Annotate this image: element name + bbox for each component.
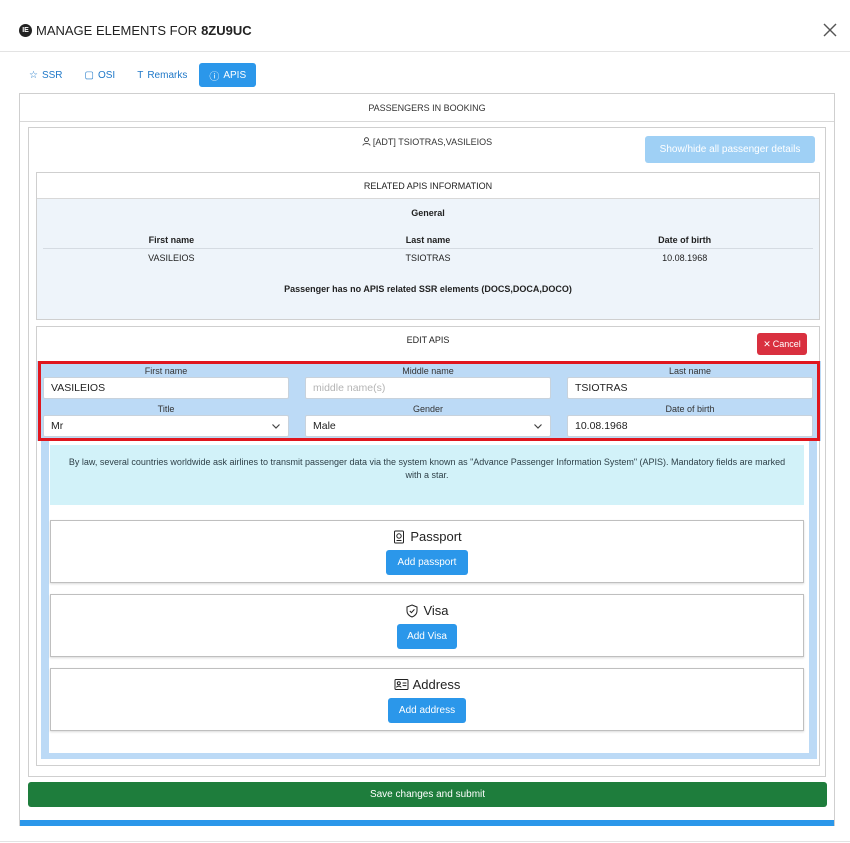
related-apis-header: RELATED APIS INFORMATION bbox=[37, 173, 819, 199]
title-group: Title Mr bbox=[43, 403, 289, 437]
cancel-button[interactable]: ✕ Cancel bbox=[757, 333, 807, 355]
tab-remarks[interactable]: T Remarks bbox=[127, 63, 197, 87]
document-section-frame: By law, several countries worldwide ask … bbox=[41, 441, 817, 759]
modal-title: IE MANAGE ELEMENTS FOR 8ZU9UC bbox=[19, 23, 252, 38]
middle-name-label: Middle name bbox=[402, 366, 454, 376]
tab-bar: ☆ SSR ▢ OSI T Remarks ⓘ APIS bbox=[19, 63, 258, 87]
close-icon[interactable] bbox=[822, 22, 838, 38]
gender-value: Male bbox=[313, 420, 336, 432]
close-icon: ✕ bbox=[763, 338, 771, 349]
visa-title-text: Visa bbox=[423, 603, 449, 618]
edit-apis-section: EDIT APIS ✕Cancel First name Middle name… bbox=[36, 326, 821, 766]
title-value: Mr bbox=[51, 420, 64, 432]
apis-info-message: By law, several countries worldwide ask … bbox=[50, 445, 804, 505]
shield-icon bbox=[406, 603, 418, 618]
tab-label: OSI bbox=[97, 69, 116, 81]
passengers-panel: PASSENGERS IN BOOKING [ADT] TSIOTRAS,VAS… bbox=[19, 93, 835, 826]
middle-name-input[interactable] bbox=[305, 377, 551, 399]
tab-osi[interactable]: ▢ OSI bbox=[75, 63, 126, 87]
address-card: Address Add address bbox=[50, 668, 804, 731]
table-cell: 10.08.1968 bbox=[662, 253, 708, 263]
star-icon: ☆ bbox=[29, 69, 38, 81]
dob-input[interactable] bbox=[567, 415, 813, 437]
gender-select[interactable]: Male bbox=[305, 415, 551, 437]
person-icon bbox=[362, 137, 371, 146]
passenger-label: [ADT] TSIOTRAS,VASILEIOS bbox=[372, 137, 493, 147]
edit-apis-header: EDIT APIS bbox=[406, 335, 450, 345]
add-visa-button[interactable]: Add Visa bbox=[397, 624, 457, 649]
tab-apis[interactable]: ⓘ APIS bbox=[199, 63, 257, 87]
address-title-text: Address bbox=[412, 677, 461, 692]
title-label: Title bbox=[157, 404, 175, 414]
table-row: VASILEIOS TSIOTRAS 10.08.1968 bbox=[43, 249, 813, 267]
footer-divider bbox=[0, 841, 850, 842]
last-name-group: Last name bbox=[567, 365, 813, 399]
column-header: Last name bbox=[405, 234, 451, 245]
document-section: By law, several countries worldwide ask … bbox=[49, 441, 809, 753]
passport-icon bbox=[394, 530, 405, 543]
apis-form: First name Middle name Last name Title M… bbox=[37, 361, 821, 441]
address-card-icon bbox=[394, 679, 409, 690]
dob-group: Date of birth bbox=[567, 403, 813, 437]
save-and-submit-button[interactable]: Save changes and submit bbox=[28, 782, 827, 807]
first-name-group: First name bbox=[43, 365, 289, 399]
scroll-edge-bar bbox=[20, 820, 834, 826]
passport-title: Passport bbox=[51, 529, 803, 544]
passengers-header: PASSENGERS IN BOOKING bbox=[20, 94, 834, 122]
gender-group: Gender Male bbox=[305, 403, 551, 437]
title-select[interactable]: Mr bbox=[43, 415, 289, 437]
modal-header: IE MANAGE ELEMENTS FOR 8ZU9UC bbox=[0, 0, 850, 52]
address-title: Address bbox=[51, 677, 803, 692]
first-name-label: First name bbox=[144, 366, 188, 376]
interaction-elements-icon: IE bbox=[19, 24, 32, 37]
text-icon: T bbox=[137, 69, 144, 81]
visa-card: Visa Add Visa bbox=[50, 594, 804, 657]
passenger-card: [ADT] TSIOTRAS,VASILEIOS Show/hide all p… bbox=[28, 127, 826, 777]
passport-title-text: Passport bbox=[410, 529, 462, 544]
first-name-input[interactable] bbox=[43, 377, 289, 399]
chevron-down-icon bbox=[272, 424, 280, 429]
show-hide-details-button[interactable]: Show/hide all passenger details bbox=[645, 136, 815, 163]
related-apis-table: First name Last name Date of birth VASIL… bbox=[43, 231, 813, 267]
info-icon: ⓘ bbox=[209, 71, 220, 83]
tab-label: SSR bbox=[41, 69, 63, 81]
middle-name-group: Middle name bbox=[305, 365, 551, 399]
last-name-input[interactable] bbox=[567, 377, 813, 399]
visa-title: Visa bbox=[51, 603, 803, 618]
chevron-down-icon bbox=[534, 424, 542, 429]
last-name-label: Last name bbox=[668, 366, 712, 376]
add-address-button[interactable]: Add address bbox=[388, 698, 466, 723]
table-cell: VASILEIOS bbox=[148, 253, 195, 263]
table-header-row: First name Last name Date of birth bbox=[43, 231, 813, 249]
tab-label: APIS bbox=[223, 69, 247, 81]
cancel-label: Cancel bbox=[772, 339, 801, 349]
dob-label: Date of birth bbox=[665, 404, 715, 414]
tab-ssr[interactable]: ☆ SSR bbox=[19, 63, 73, 87]
note-icon: ▢ bbox=[84, 69, 94, 81]
general-heading: General bbox=[411, 208, 445, 218]
related-apis-section: RELATED APIS INFORMATION General First n… bbox=[36, 172, 820, 320]
modal-title-text: MANAGE ELEMENTS FOR bbox=[36, 23, 198, 38]
no-apis-message: Passenger has no APIS related SSR elemen… bbox=[284, 284, 572, 294]
gender-label: Gender bbox=[412, 404, 444, 414]
add-passport-button[interactable]: Add passport bbox=[386, 550, 468, 575]
column-header: Date of birth bbox=[658, 234, 712, 245]
passport-card: Passport Add passport bbox=[50, 520, 804, 583]
booking-reference: 8ZU9UC bbox=[201, 23, 252, 38]
tab-label: Remarks bbox=[147, 69, 188, 81]
column-header: First name bbox=[148, 234, 195, 245]
table-cell: TSIOTRAS bbox=[405, 253, 451, 263]
